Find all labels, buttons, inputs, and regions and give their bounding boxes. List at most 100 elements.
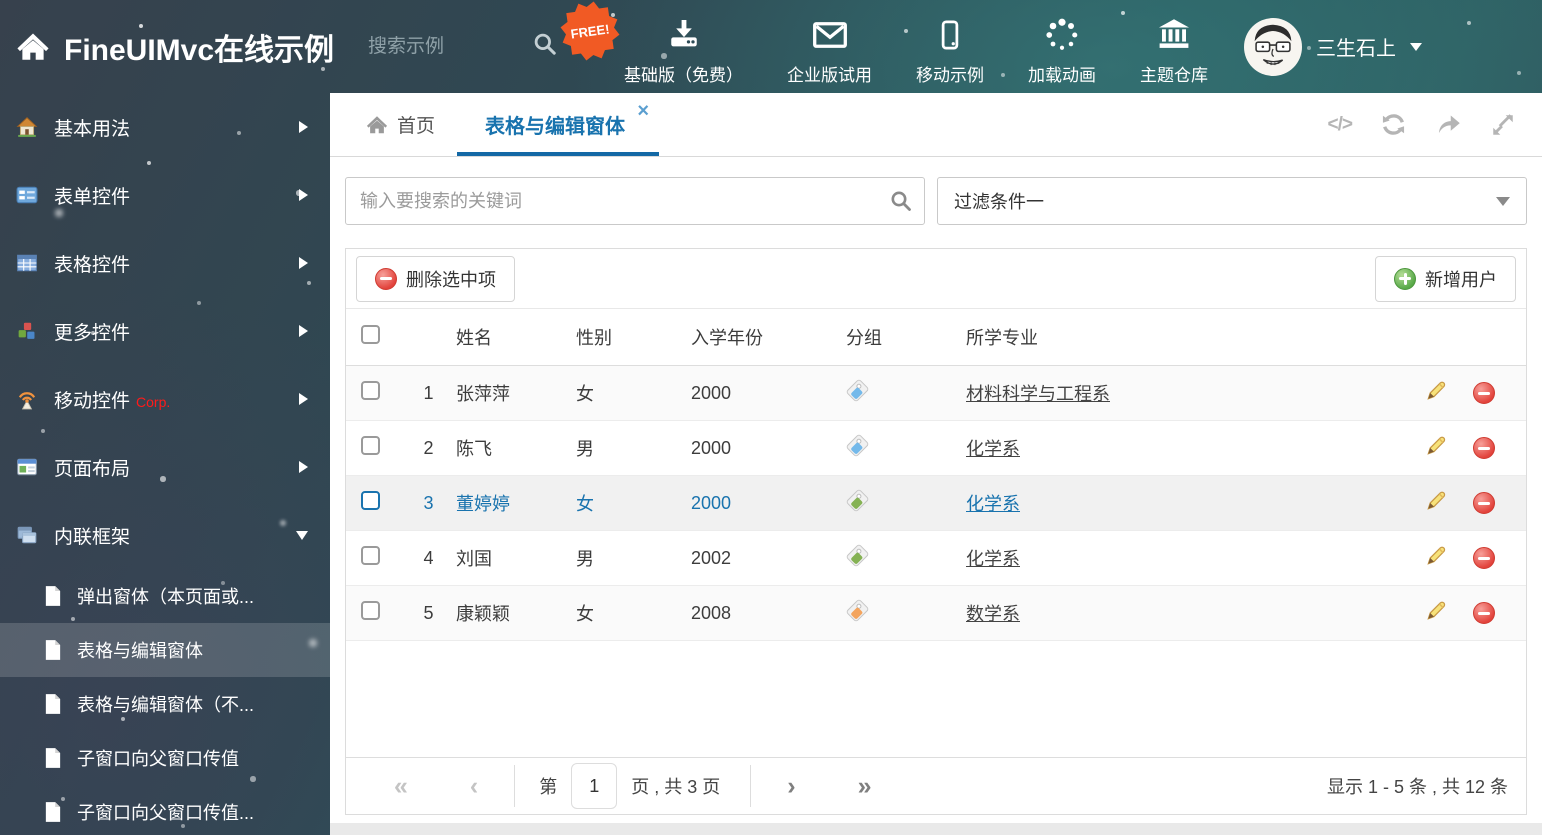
source-code-icon[interactable]: </> (1328, 114, 1354, 136)
major-link[interactable]: 化学系 (966, 549, 1020, 569)
header-search-input[interactable] (368, 35, 519, 58)
sidebar-item-mobile-controls[interactable]: 移动控件 Corp. (0, 365, 330, 433)
chevron-right-icon (299, 393, 308, 405)
prev-page-button[interactable]: ‹ (470, 773, 478, 799)
refresh-icon[interactable] (1380, 111, 1407, 138)
document-icon (44, 693, 62, 715)
antenna-icon (15, 387, 39, 411)
search-icon[interactable] (889, 189, 913, 218)
delete-icon[interactable] (1473, 437, 1495, 459)
table-header-row: 姓名 性别 入学年份 分组 所学专业 (346, 309, 1526, 366)
delete-selected-button[interactable]: 删除选中项 (356, 255, 515, 302)
spinner-icon (1044, 15, 1080, 53)
row-checkbox[interactable] (361, 436, 380, 455)
sidebar-item-grid-controls[interactable]: 表格控件 (0, 229, 330, 297)
minus-circle-icon (375, 267, 397, 290)
sidebar-item-label: 更多控件 (54, 322, 131, 344)
sidebar-item-form-controls[interactable]: 表单控件 (0, 161, 330, 229)
tab-label: 首页 (397, 116, 436, 137)
tab-bar: 首页 表格与编辑窗体 × </> (330, 93, 1542, 157)
add-user-button[interactable]: 新增用户 (1375, 255, 1516, 302)
major-link[interactable]: 数学系 (966, 604, 1020, 624)
sidebar-subitem-grid-edit-window[interactable]: 表格与编辑窗体 (0, 623, 330, 677)
chevron-down-icon (1410, 42, 1423, 51)
edit-icon[interactable] (1425, 434, 1448, 462)
delete-icon[interactable] (1473, 602, 1495, 624)
table-row[interactable]: 2 陈飞 男 2000 化学系 (346, 421, 1526, 476)
bank-icon (1155, 15, 1193, 53)
chevron-right-icon (299, 257, 308, 269)
major-link[interactable]: 化学系 (966, 494, 1020, 514)
table-row[interactable]: 1 张萍萍 女 2000 材料科学与工程系 (346, 366, 1526, 421)
header-action-basic-version[interactable]: FREE! 基础版（免费） (560, 1, 744, 86)
filter-dropdown[interactable]: 过滤条件一 (937, 177, 1527, 225)
header-search-icon[interactable] (532, 31, 558, 62)
table-row[interactable]: 5 康颖颖 女 2008 数学系 (346, 586, 1526, 641)
header-action-mobile-demo[interactable]: 移动示例 (916, 7, 984, 86)
column-header-year[interactable]: 入学年份 (691, 324, 846, 350)
sidebar-item-basic-usage[interactable]: 基本用法 (0, 93, 330, 161)
sidebar-item-label: 表格控件 (54, 254, 131, 276)
sidebar-item-more-controls[interactable]: 更多控件 (0, 297, 330, 365)
column-header-major[interactable]: 所学专业 (966, 324, 1412, 350)
column-header-gender[interactable]: 性别 (576, 324, 691, 350)
row-year: 2000 (691, 492, 732, 513)
last-page-button[interactable]: » (858, 773, 872, 799)
row-checkbox[interactable] (361, 491, 380, 510)
delete-icon[interactable] (1473, 492, 1495, 514)
envelope-icon (811, 15, 849, 53)
tab-grid-edit-window[interactable]: 表格与编辑窗体 × (457, 93, 660, 156)
select-all-checkbox[interactable] (361, 325, 380, 344)
sidebar-subitem-grid-edit-window-2[interactable]: 表格与编辑窗体（不... (0, 677, 330, 731)
delete-button-label: 删除选中项 (406, 269, 496, 290)
next-page-button[interactable]: › (787, 773, 795, 799)
header-action-label: 基础版（免费） (624, 66, 744, 85)
edit-icon[interactable] (1425, 379, 1448, 407)
column-header-group[interactable]: 分组 (846, 324, 966, 350)
major-link[interactable]: 化学系 (966, 439, 1020, 459)
first-page-button[interactable]: « (394, 773, 408, 799)
delete-icon[interactable] (1473, 547, 1495, 569)
keyword-search-input[interactable] (345, 177, 925, 225)
table-row[interactable]: 4 刘国 男 2002 化学系 (346, 531, 1526, 586)
column-header-name[interactable]: 姓名 (456, 324, 576, 350)
chevron-right-icon (299, 461, 308, 473)
edit-icon[interactable] (1425, 489, 1448, 517)
group-tag-icon (845, 598, 870, 623)
header-action-label: 加载动画 (1028, 66, 1097, 85)
row-year: 2000 (691, 437, 732, 458)
tab-home[interactable]: 首页 (344, 93, 457, 156)
table-row[interactable]: 3 董婷婷 女 2000 化学系 (346, 476, 1526, 531)
open-in-new-icon[interactable] (1435, 111, 1462, 138)
home-logo-icon[interactable] (16, 30, 50, 64)
app-title: FineUIMvc在线示例 (64, 33, 335, 67)
major-link[interactable]: 材料科学与工程系 (966, 384, 1110, 404)
row-gender: 女 (576, 604, 594, 624)
fullscreen-icon[interactable] (1490, 112, 1516, 138)
close-icon[interactable]: × (637, 101, 649, 121)
record-summary: 显示 1 - 5 条 , 共 12 条 (1326, 777, 1508, 797)
row-checkbox[interactable] (361, 546, 380, 565)
edit-icon[interactable] (1425, 599, 1448, 627)
row-checkbox[interactable] (361, 381, 380, 400)
row-name: 康颖颖 (456, 604, 510, 624)
header-action-enterprise-trial[interactable]: 企业版试用 (787, 7, 872, 86)
sidebar-item-page-layout[interactable]: 页面布局 (0, 433, 330, 501)
user-menu[interactable]: 三生石上 (1244, 17, 1423, 76)
header-action-theme-repo[interactable]: 主题仓库 (1140, 7, 1208, 86)
layout-icon (15, 455, 39, 479)
edit-icon[interactable] (1425, 544, 1448, 572)
header-actions: FREE! 基础版（免费） 企业版试用 移动示例 加载动画 主题仓库 (560, 1, 1208, 86)
sidebar-subitem-child-to-parent[interactable]: 子窗口向父窗口传值 (0, 731, 330, 785)
sidebar-subitem-popup-window[interactable]: 弹出窗体（本页面或... (0, 569, 330, 623)
delete-icon[interactable] (1473, 382, 1495, 404)
grid-panel: 删除选中项 新增用户 姓名 性别 入学年份 分组 所学专业 1 张萍萍 女 20… (345, 248, 1527, 815)
sidebar-subitem-child-to-parent-2[interactable]: 子窗口向父窗口传值... (0, 785, 330, 835)
sidebar-item-inline-frame[interactable]: 内联框架 (0, 501, 330, 569)
grid-empty-area (346, 641, 1526, 757)
page-number-input[interactable] (571, 763, 618, 809)
header-action-loading-animation[interactable]: 加载动画 (1028, 7, 1096, 86)
row-gender: 男 (576, 439, 594, 459)
row-checkbox[interactable] (361, 601, 380, 620)
form-icon (15, 183, 39, 207)
